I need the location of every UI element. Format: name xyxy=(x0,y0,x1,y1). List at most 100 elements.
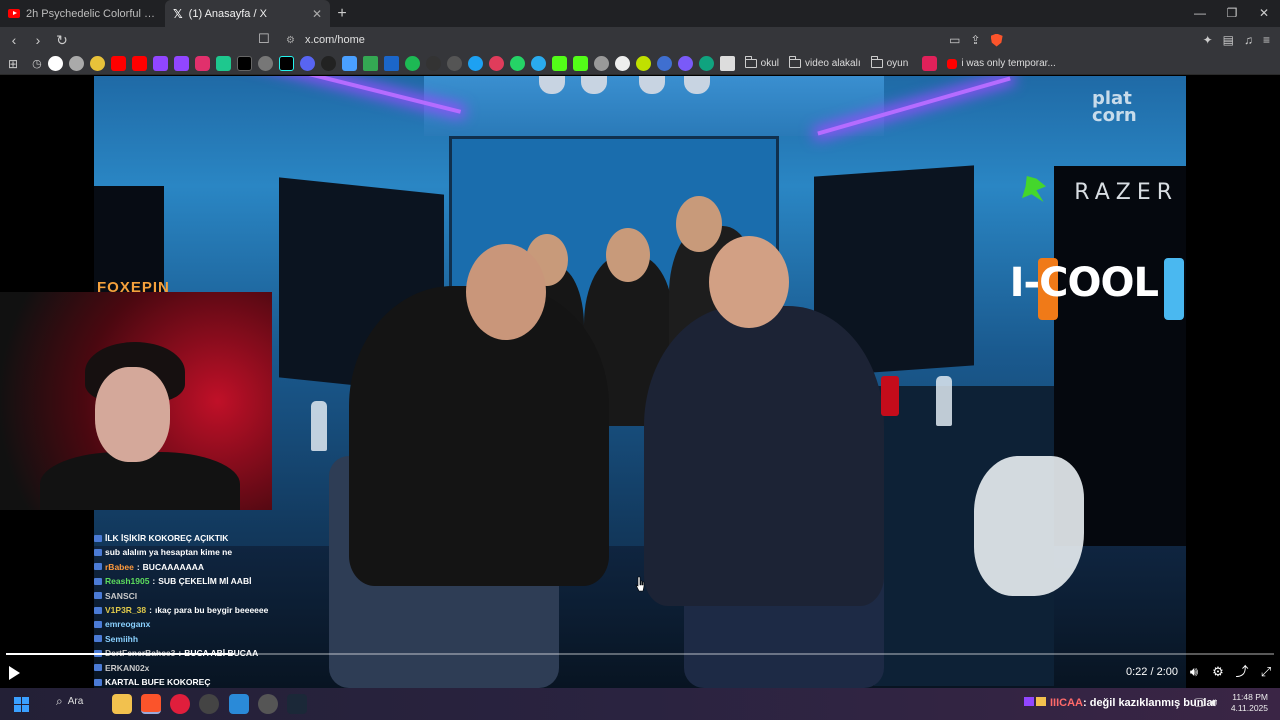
translate-icon[interactable] xyxy=(383,56,399,71)
bookmark-icon[interactable] xyxy=(257,56,273,71)
volume-icon[interactable]: 🔊︎ xyxy=(1186,664,1202,680)
chat-username: ERKAN02x xyxy=(105,662,150,673)
water-bottle xyxy=(311,401,327,451)
bookmark-temporary[interactable]: i was only temporar... xyxy=(947,58,1056,69)
back-icon[interactable]: ‹ xyxy=(4,32,24,48)
folder-icon xyxy=(789,56,802,68)
minimize-icon[interactable]: — xyxy=(1184,0,1216,27)
start-button[interactable] xyxy=(14,697,29,712)
chatgpt-icon[interactable] xyxy=(698,56,714,71)
bookmark-icon[interactable] xyxy=(677,56,693,71)
youtube-icon[interactable] xyxy=(110,56,126,71)
chat-separator: : xyxy=(136,561,140,572)
file-explorer-icon[interactable] xyxy=(112,694,132,714)
history-icon[interactable]: ◷ xyxy=(32,57,42,70)
popout-icon[interactable]: ⤴ xyxy=(1234,664,1250,680)
reload-icon[interactable]: ↻ xyxy=(52,32,72,49)
icool-logo: I-COOL xyxy=(1009,260,1159,306)
bookmark-icon[interactable] xyxy=(68,56,84,71)
taskbar-search[interactable]: ⌕ Ara xyxy=(56,694,83,709)
taskbar: ⌕ Ara IIICAA: değil kazıklanmış bunlar 🖵… xyxy=(0,688,1280,720)
kick-icon[interactable] xyxy=(572,56,588,71)
x-icon[interactable] xyxy=(236,56,252,71)
extensions-icon[interactable]: ✦ xyxy=(1203,33,1213,47)
bookmark-icon[interactable] xyxy=(89,56,105,71)
media-player-icon[interactable] xyxy=(170,694,190,714)
bookmark-folder-okul[interactable]: okul xyxy=(744,56,779,69)
chat-text: SUB ÇEKELİM Mİ AABİ xyxy=(158,576,252,587)
video-player[interactable]: plat corn RAZER I-COOL FOXEPIN İLK İŞİKİ… xyxy=(0,76,1280,688)
bookmark-icon[interactable] xyxy=(488,56,504,71)
forward-icon[interactable]: › xyxy=(28,32,48,48)
chat-separator: : xyxy=(152,576,156,587)
razer-logo: RAZER xyxy=(1074,180,1178,205)
chat-badge-icon xyxy=(94,664,102,672)
bookmark-folder-oyun[interactable]: oyun xyxy=(870,56,908,69)
bookmark-icon[interactable] xyxy=(425,56,441,71)
chat-text: BUCAAAAAAA xyxy=(142,561,205,572)
bookmark-icon[interactable] xyxy=(719,56,735,71)
whatsapp-icon[interactable] xyxy=(509,56,525,71)
youtube-icon[interactable] xyxy=(131,56,147,71)
bookmark-icon[interactable] xyxy=(467,56,483,71)
razer-icon xyxy=(1022,176,1046,202)
steam-icon[interactable] xyxy=(287,694,307,714)
google-icon[interactable] xyxy=(47,56,63,71)
bookmark-icon[interactable] xyxy=(593,56,609,71)
network-icon[interactable]: 🖵︎ xyxy=(1194,697,1205,710)
spotify-icon[interactable] xyxy=(404,56,420,71)
github-icon[interactable] xyxy=(446,56,462,71)
brave-shields-icon[interactable] xyxy=(990,33,1003,47)
twitch-icon[interactable] xyxy=(152,56,168,71)
photos-icon[interactable] xyxy=(229,694,249,714)
chat-text: sub alalım ya hesaptan kime ne xyxy=(105,547,233,558)
discord-icon[interactable] xyxy=(299,56,315,71)
kick-icon[interactable] xyxy=(551,56,567,71)
url-field[interactable]: ⚙ x.com/home xyxy=(256,30,1006,50)
tab-x-home[interactable]: 𝕏 (1) Anasayfa / X ✕ xyxy=(165,0,330,27)
bookmark-icon[interactable] xyxy=(215,56,231,71)
instagram-icon[interactable] xyxy=(194,56,210,71)
close-window-icon[interactable]: ✕ xyxy=(1248,0,1280,27)
chat-overlay: İLK İŞİKİR KOKOREÇ AÇIKTIK sub alalım ya … xyxy=(94,531,364,688)
chat-username: V1P3R_38 xyxy=(105,604,147,615)
chat-message: Reash1905: SUB ÇEKELİM Mİ AABİ xyxy=(94,574,364,588)
bookmark-icon[interactable] xyxy=(320,56,336,71)
apps-icon[interactable]: ⊞ xyxy=(8,57,18,71)
brave-icon[interactable] xyxy=(141,694,161,714)
telegram-icon[interactable] xyxy=(530,56,546,71)
cast-icon[interactable]: ▭ xyxy=(949,33,960,47)
tab-youtube[interactable]: 2h Psychedelic Colorful Neon Backgr xyxy=(0,0,165,27)
bookmark-icon[interactable] xyxy=(341,56,357,71)
twitch-icon[interactable] xyxy=(173,56,189,71)
foxepin-logo: FOXEPIN xyxy=(97,279,170,296)
restore-icon[interactable]: ❐ xyxy=(1216,0,1248,27)
play-icon[interactable] xyxy=(9,666,20,680)
close-tab-icon[interactable]: ✕ xyxy=(312,7,322,21)
app-icon[interactable] xyxy=(199,694,219,714)
app-icon[interactable] xyxy=(258,694,278,714)
menu-icon[interactable]: ≡ xyxy=(1263,33,1270,47)
streamer-face xyxy=(95,367,170,462)
bookmark-icon[interactable] xyxy=(614,56,630,71)
share-icon[interactable]: ⇪ xyxy=(971,33,981,47)
settings-icon[interactable]: ⚙ xyxy=(1210,664,1226,680)
sidebar-icon[interactable]: ▤ xyxy=(1223,33,1234,47)
drive-icon[interactable] xyxy=(362,56,378,71)
bookmark-icon[interactable] xyxy=(922,56,938,71)
system-clock[interactable]: 11:48 PM 4.11.2025 xyxy=(1231,692,1268,714)
seek-bar[interactable] xyxy=(6,653,1274,655)
bookmark-folder-video[interactable]: video alakalı xyxy=(789,56,861,69)
chat-badge-icon xyxy=(94,534,102,542)
badge-icon xyxy=(1036,697,1046,706)
new-tab-button[interactable]: + xyxy=(330,0,354,27)
fullscreen-icon[interactable]: ⤢ xyxy=(1258,664,1274,680)
site-info-icon[interactable]: ⚙ xyxy=(286,35,295,46)
tiktok-icon[interactable] xyxy=(278,56,294,71)
volume-icon[interactable]: 🔊︎ xyxy=(1210,697,1217,710)
bookmark-icon[interactable] xyxy=(656,56,672,71)
bookmark-icon[interactable] xyxy=(635,56,651,71)
chat-badge-icon xyxy=(94,592,102,600)
head xyxy=(466,244,546,340)
media-icon[interactable]: ♫ xyxy=(1244,33,1253,47)
